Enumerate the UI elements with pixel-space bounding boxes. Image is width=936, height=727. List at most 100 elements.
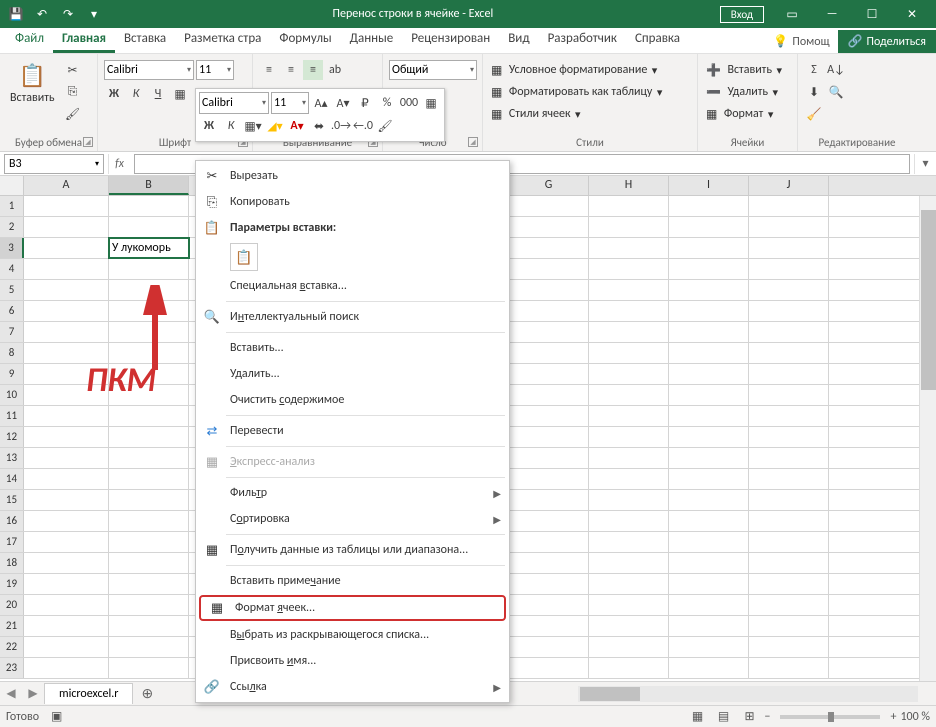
cell[interactable]: [509, 553, 589, 573]
col-header-g[interactable]: G: [509, 176, 589, 195]
ribbon-options-icon[interactable]: ▭: [772, 0, 812, 28]
cell[interactable]: [509, 595, 589, 615]
cell[interactable]: [109, 406, 189, 426]
cell[interactable]: [509, 427, 589, 447]
cell[interactable]: [749, 511, 829, 531]
cell[interactable]: [669, 616, 749, 636]
clipboard-dialog-icon[interactable]: ◢: [83, 137, 93, 147]
cell[interactable]: [24, 490, 109, 510]
cell[interactable]: [669, 343, 749, 363]
cell[interactable]: У лукоморь: [109, 238, 189, 258]
cell[interactable]: [509, 469, 589, 489]
mini-grow-font-icon[interactable]: A▴: [311, 93, 331, 113]
mini-percent-icon[interactable]: %: [377, 93, 397, 113]
ctx-paste-special[interactable]: Специальная вставка...: [196, 273, 509, 299]
cell[interactable]: [109, 616, 189, 636]
cell[interactable]: [589, 406, 669, 426]
cell[interactable]: [509, 448, 589, 468]
scrollbar-thumb[interactable]: [921, 210, 936, 390]
cell[interactable]: [589, 238, 669, 258]
mini-font-combo[interactable]: Calibri▾: [199, 92, 269, 114]
fx-icon[interactable]: fx: [108, 154, 130, 174]
row-header[interactable]: 23: [0, 658, 24, 678]
cell[interactable]: [589, 616, 669, 636]
cell[interactable]: [109, 427, 189, 447]
cell[interactable]: [589, 448, 669, 468]
ctx-define-name[interactable]: Присвоить имя...: [196, 648, 509, 674]
cell[interactable]: [749, 196, 829, 216]
cell[interactable]: [24, 469, 109, 489]
tab-developer[interactable]: Разработчик: [539, 27, 626, 53]
cell[interactable]: [669, 364, 749, 384]
ctx-cut[interactable]: ✂Вырезать: [196, 163, 509, 189]
cell[interactable]: [24, 637, 109, 657]
bold-icon[interactable]: Ж: [104, 84, 124, 104]
cell[interactable]: [749, 553, 829, 573]
number-format-combo[interactable]: Общий▾: [389, 60, 477, 80]
share-button[interactable]: 🔗Поделиться: [838, 30, 936, 53]
mini-inc-decimal-icon[interactable]: .0→: [331, 116, 351, 136]
cell[interactable]: [24, 196, 109, 216]
cell[interactable]: [109, 469, 189, 489]
save-icon[interactable]: 💾: [4, 3, 28, 25]
cell[interactable]: [589, 196, 669, 216]
tab-view[interactable]: Вид: [499, 27, 538, 53]
row-header[interactable]: 22: [0, 637, 24, 657]
mini-currency-icon[interactable]: ₽: [355, 93, 375, 113]
cell[interactable]: [24, 616, 109, 636]
scrollbar-thumb[interactable]: [580, 687, 640, 701]
cell[interactable]: [589, 217, 669, 237]
cell[interactable]: [669, 511, 749, 531]
cell[interactable]: [669, 553, 749, 573]
cell[interactable]: [749, 532, 829, 552]
cell[interactable]: [509, 658, 589, 678]
add-sheet-icon[interactable]: ⊕: [133, 685, 161, 702]
tab-review[interactable]: Рецензирован: [402, 27, 499, 53]
row-header[interactable]: 1: [0, 196, 24, 216]
ctx-pick-from-list[interactable]: Выбрать из раскрывающегося списка...: [196, 622, 509, 648]
cell[interactable]: [509, 406, 589, 426]
mini-fill-icon[interactable]: ◢▾: [265, 116, 285, 136]
cell[interactable]: [509, 280, 589, 300]
row-header[interactable]: 4: [0, 259, 24, 279]
clear-icon[interactable]: 🧹: [804, 104, 824, 124]
mini-shrink-font-icon[interactable]: A▾: [333, 93, 353, 113]
maximize-icon[interactable]: ☐: [852, 0, 892, 28]
ctx-smart-lookup[interactable]: 🔍Интеллектуальный поиск: [196, 304, 509, 330]
cut-icon[interactable]: ✂: [63, 60, 83, 80]
fill-icon[interactable]: ⬇: [804, 82, 824, 102]
row-header[interactable]: 11: [0, 406, 24, 426]
cell[interactable]: [509, 490, 589, 510]
col-header-a[interactable]: A: [24, 176, 109, 195]
cell[interactable]: [589, 511, 669, 531]
cell[interactable]: [509, 511, 589, 531]
cell[interactable]: [669, 406, 749, 426]
cell[interactable]: [749, 595, 829, 615]
cell[interactable]: [749, 616, 829, 636]
cell[interactable]: [509, 301, 589, 321]
zoom-in-icon[interactable]: +: [890, 710, 896, 724]
cell[interactable]: [669, 574, 749, 594]
mini-painter-icon[interactable]: 🖌: [375, 116, 395, 136]
qat-customize-icon[interactable]: ▾: [82, 3, 106, 25]
cell[interactable]: [749, 238, 829, 258]
cell[interactable]: [589, 469, 669, 489]
tell-me[interactable]: 💡Помощ: [765, 31, 837, 52]
cell[interactable]: [24, 322, 109, 342]
cell[interactable]: [24, 406, 109, 426]
font-size-combo[interactable]: 11▾: [196, 60, 234, 80]
ctx-sort[interactable]: Сортировка▶: [196, 506, 509, 532]
zoom-level[interactable]: 100 %: [900, 710, 930, 724]
cell[interactable]: [749, 322, 829, 342]
cell[interactable]: [24, 595, 109, 615]
cell[interactable]: [109, 448, 189, 468]
cell[interactable]: [589, 385, 669, 405]
cell[interactable]: [24, 448, 109, 468]
row-header[interactable]: 6: [0, 301, 24, 321]
cell[interactable]: [669, 259, 749, 279]
cell[interactable]: [749, 448, 829, 468]
cell[interactable]: [509, 217, 589, 237]
horizontal-scrollbar[interactable]: [578, 686, 918, 702]
border-icon[interactable]: ▦: [170, 84, 190, 104]
cell[interactable]: [109, 490, 189, 510]
